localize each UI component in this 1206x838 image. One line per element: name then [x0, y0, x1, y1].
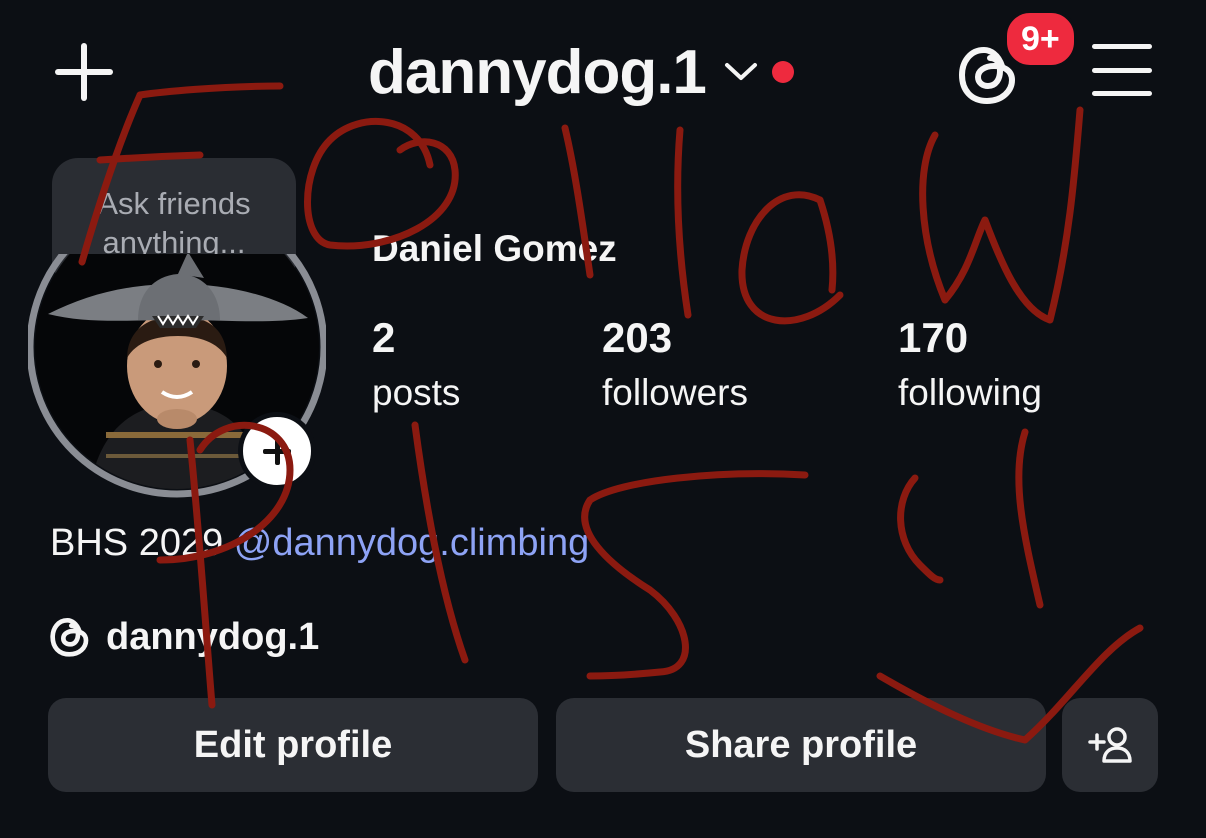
hamburger-menu-icon[interactable] — [1092, 44, 1152, 96]
share-profile-button[interactable]: Share profile — [556, 698, 1046, 792]
discover-people-button[interactable] — [1062, 698, 1158, 792]
following-stat[interactable]: 170 following — [898, 314, 1042, 414]
account-switcher[interactable]: dannydog.1 — [368, 34, 794, 110]
bio: BHS 2029 @dannydog.climbing — [50, 522, 589, 565]
notification-dot — [771, 61, 794, 83]
followers-count: 203 — [602, 314, 673, 361]
followers-stat[interactable]: 203 followers — [602, 314, 748, 414]
username: dannydog.1 — [368, 37, 707, 107]
posts-label: posts — [372, 372, 461, 413]
add-story-button[interactable] — [238, 412, 316, 490]
note-placeholder: Ask friends anything... — [97, 186, 251, 260]
new-post-button[interactable] — [52, 40, 116, 104]
following-label: following — [898, 372, 1042, 413]
bio-mention-link[interactable]: @dannydog.climbing — [234, 522, 589, 564]
add-person-icon — [1088, 727, 1132, 763]
followers-label: followers — [602, 372, 748, 413]
chevron-down-icon — [724, 63, 757, 80]
posts-count: 2 — [372, 314, 396, 361]
threads-handle: dannydog.1 — [106, 615, 320, 658]
threads-icon — [50, 617, 89, 657]
posts-stat[interactable]: 2 posts — [372, 314, 460, 414]
threads-badge: 9+ — [1004, 10, 1077, 68]
bio-text: BHS 2029 — [50, 522, 224, 564]
following-count: 170 — [898, 314, 969, 361]
edit-profile-button[interactable]: Edit profile — [48, 698, 538, 792]
threads-profile-link[interactable]: dannydog.1 — [50, 612, 319, 662]
full-name: Daniel Gomez — [372, 228, 617, 269]
